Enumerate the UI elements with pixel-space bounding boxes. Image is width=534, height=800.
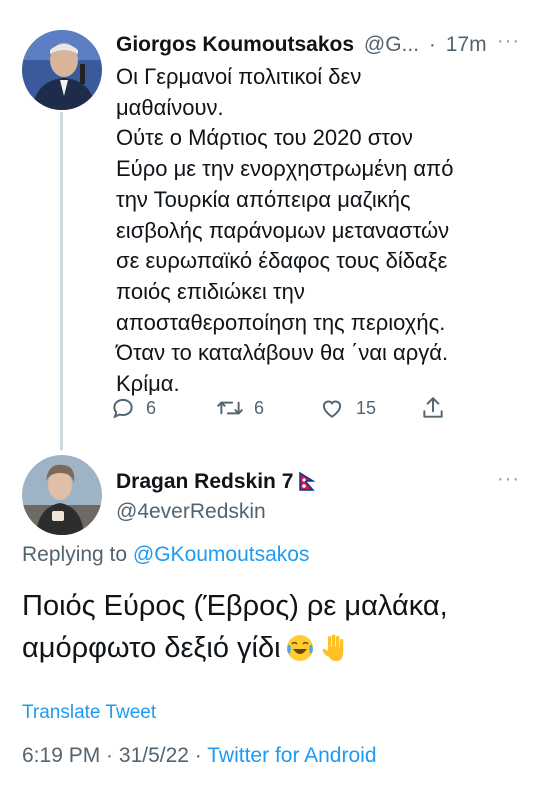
thread-line: [60, 112, 63, 450]
like-button[interactable]: 15: [318, 392, 376, 424]
tweet-text-line-with-emoji: αμόρφωτο δεξιό γίδι: [22, 627, 522, 669]
tweet-text-line: αποσταθεροποίηση της περιοχής.: [116, 309, 446, 335]
tweet-text-line: ποιός επιδιώκει την: [116, 278, 305, 304]
tweet-text-line: Ούτε ο Μάρτιος του 2020 στον: [116, 125, 413, 151]
reply-button[interactable]: 6: [110, 392, 156, 424]
mention-link[interactable]: @GKoumoutsakos: [133, 543, 310, 566]
share-button[interactable]: [420, 392, 456, 424]
tweet-text-line: Εύρο με την ενορχηστρωμένη από: [116, 156, 454, 182]
tweet-metadata: 6:19 PM · 31/5/22 · Twitter for Android: [22, 744, 377, 768]
reply-icon: [113, 398, 133, 419]
translate-tweet-link[interactable]: Translate Tweet: [22, 702, 156, 724]
reply-count: 6: [146, 397, 157, 418]
replying-to-label: Replying to: [22, 543, 128, 566]
tweet-text-line: σε ευρωπαϊκό έδαφος τους δίδαξε: [116, 248, 448, 274]
tweet-text-line: αμόρφωτο δεξιό γίδι: [22, 632, 281, 664]
tweet-text-line: μαθαίνουν.: [116, 94, 224, 120]
tweet-text-line: Όταν το καταλάβουν θα ΄ναι αργά.: [116, 340, 449, 366]
tears-of-joy-emoji: [286, 635, 313, 661]
author-name[interactable]: Dragan Redskin 7: [116, 470, 293, 494]
more-options-button[interactable]: ···: [497, 30, 520, 53]
avatar[interactable]: [22, 30, 102, 110]
author-handle[interactable]: @4everRedskin: [116, 500, 266, 524]
more-options-button[interactable]: ···: [497, 468, 520, 491]
nepal-flag-icon: [299, 472, 316, 491]
heart-icon: [322, 400, 342, 418]
tweet-date[interactable]: 31/5/22: [119, 744, 189, 767]
share-icon: [423, 397, 443, 418]
tweet-text-line: Ποιός Εύρος (Έβρος) ρε μαλάκα,: [22, 590, 448, 622]
reply-author-name[interactable]: Dragan Redskin 7: [116, 470, 316, 494]
replying-to: Replying to @GKoumoutsakos: [22, 543, 309, 567]
tweet-text: Ποιός Εύρος (Έβρος) ρε μαλάκα, αμόρφωτο …: [22, 585, 522, 669]
tweet-text-line: εισβολής παράνομων μεταναστών: [116, 217, 450, 243]
tweet-text-line: την Τουρκία απόπειρα μαζικής: [116, 186, 411, 212]
tweet-text: Οι Γερμανοί πολιτικοί δεν μαθαίνουν. Ούτ…: [116, 62, 516, 400]
like-count: 15: [356, 397, 377, 418]
tweet-text-line: Οι Γερμανοί πολιτικοί δεν: [116, 64, 362, 89]
tweet-header: Giorgos Koumoutsakos @G... · 17m: [116, 33, 526, 63]
avatar[interactable]: [22, 455, 102, 535]
separator-dot: ·: [100, 744, 119, 767]
raised-hand-emoji: [322, 634, 343, 661]
author-handle[interactable]: @G...: [364, 33, 419, 56]
separator-dot: ·: [188, 744, 208, 767]
retweet-count: 6: [254, 397, 265, 418]
client-link[interactable]: Twitter for Android: [207, 744, 376, 767]
tweet-time[interactable]: 17m: [446, 33, 487, 56]
retweet-icon: [217, 401, 243, 415]
author-name[interactable]: Giorgos Koumoutsakos: [116, 33, 354, 56]
separator-dot: ·: [428, 33, 436, 56]
tweet-actions: 6 6 15: [110, 392, 470, 424]
tweet-time[interactable]: 6:19 PM: [22, 744, 100, 767]
retweet-button[interactable]: 6: [216, 392, 264, 424]
